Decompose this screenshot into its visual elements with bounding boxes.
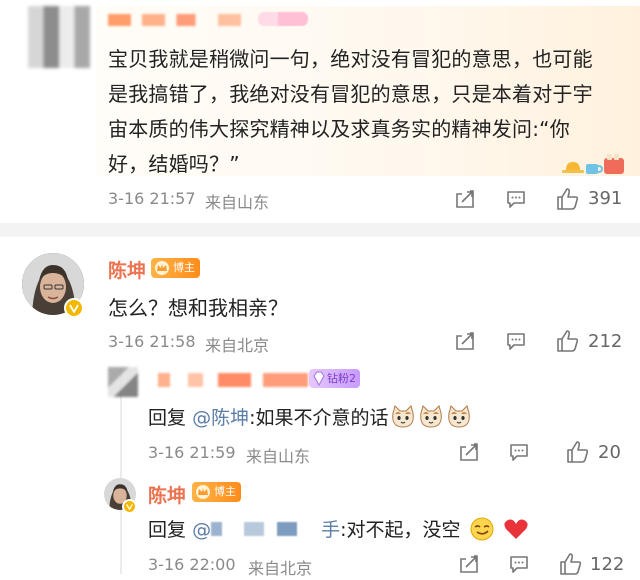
cat-emoji — [448, 405, 471, 428]
comment-time: 3-16 21:57 — [108, 189, 196, 208]
crown-icon — [155, 261, 169, 275]
like-icon[interactable] — [555, 186, 581, 212]
author-name[interactable]: 陈坤 — [148, 481, 186, 508]
comment-source: 来自北京 — [205, 336, 270, 355]
like-count: 20 — [598, 442, 621, 463]
section-divider — [0, 223, 640, 237]
reply-time: 3-16 22:00 — [148, 555, 236, 574]
like-icon[interactable] — [565, 439, 591, 465]
like-count: 212 — [588, 331, 623, 352]
reply-thread-line — [120, 368, 122, 574]
avatar-blurred[interactable] — [28, 6, 90, 68]
reply-word: 回复 — [148, 519, 187, 541]
comment-text: 怎么？想和我相亲？ — [108, 296, 288, 320]
like-count: 391 — [588, 188, 623, 209]
like-icon[interactable] — [555, 328, 581, 354]
comment-card-1: 宝贝我就是稍微问一句，绝对没有冒犯的意思，也可能是我搞错了，我绝对没有冒犯的意思… — [0, 0, 640, 222]
heart-emoji — [503, 519, 528, 539]
bubble-decoration-icon — [562, 154, 624, 174]
comment-icon[interactable] — [505, 330, 527, 352]
fan-badge-label: 钻粉2 — [327, 372, 356, 385]
reply-content: :如果不介意的话 — [249, 407, 389, 429]
author-badge-label: 博主 — [214, 485, 236, 498]
like-icon[interactable] — [558, 551, 584, 577]
mention-link[interactable]: @陈坤 — [192, 407, 249, 429]
mention-link[interactable]: @ 手 — [192, 519, 340, 541]
comment-icon[interactable] — [508, 553, 530, 575]
smirk-emoji — [470, 517, 494, 541]
author-name[interactable]: 陈坤 — [108, 256, 146, 283]
reply-text: 回复 @ 手:对不起，没空 — [148, 515, 529, 542]
share-icon[interactable] — [458, 441, 480, 463]
comment-icon[interactable] — [505, 188, 527, 210]
like-count: 122 — [590, 554, 625, 575]
share-icon[interactable] — [454, 330, 476, 352]
comment-time: 3-16 21:58 — [108, 332, 196, 351]
author-badge: 博主 — [192, 482, 241, 502]
reply-source: 来自山东 — [246, 447, 311, 466]
crown-icon — [196, 485, 210, 499]
reply-text: 回复 @陈坤:如果不介意的话 — [148, 403, 472, 430]
avatar-blurred[interactable] — [108, 367, 138, 397]
reply-source: 来自北京 — [248, 559, 313, 578]
cat-emoji — [420, 405, 443, 428]
reply-content: :对不起，没空 — [340, 519, 461, 541]
author-badge: 博主 — [151, 258, 200, 278]
reply-word: 回复 — [148, 407, 187, 429]
fan-badge-blurred — [258, 12, 308, 26]
author-badge-label: 博主 — [173, 261, 195, 274]
reply-time: 3-16 21:59 — [148, 443, 236, 462]
username-blurred[interactable] — [158, 373, 308, 387]
mention-name-blurred — [211, 522, 322, 536]
v-badge-icon — [64, 298, 84, 318]
diamond-icon — [313, 371, 325, 386]
fan-badge: 钻粉2 — [309, 369, 360, 388]
cat-emoji — [392, 405, 415, 428]
share-icon[interactable] — [454, 188, 476, 210]
comment-source: 来自山东 — [205, 193, 270, 212]
comment-text: 宝贝我就是稍微问一句，绝对没有冒犯的意思，也可能是我搞错了，我绝对没有冒犯的意思… — [108, 47, 593, 176]
share-icon[interactable] — [458, 553, 480, 575]
v-badge-icon — [122, 499, 137, 514]
comment-icon[interactable] — [508, 441, 530, 463]
